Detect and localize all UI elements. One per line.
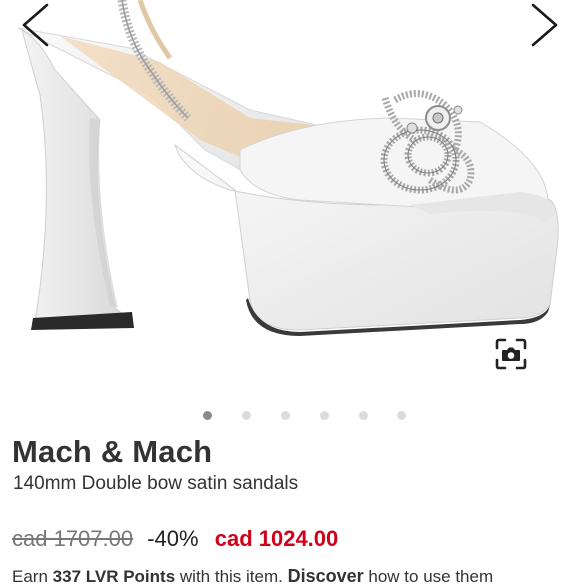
pagination-dot[interactable] bbox=[203, 411, 212, 420]
chevron-right-icon[interactable] bbox=[522, 2, 566, 48]
earn-prefix: Earn bbox=[12, 567, 48, 586]
pagination-dot[interactable] bbox=[397, 411, 406, 420]
pagination-dot[interactable] bbox=[320, 411, 329, 420]
points-value: 337 LVR Points bbox=[52, 567, 176, 586]
pagination-dot[interactable] bbox=[359, 411, 368, 420]
points-middle-text: with this item. bbox=[179, 567, 283, 586]
points-suffix: how to use them bbox=[368, 567, 494, 586]
discount-badge: -40% bbox=[147, 526, 199, 551]
product-name: 140mm Double bow satin sandals bbox=[13, 473, 299, 494]
original-price: cad 1707.00 bbox=[12, 526, 134, 551]
pagination-dot[interactable] bbox=[242, 411, 251, 420]
gallery-pagination bbox=[0, 411, 580, 425]
loyalty-points-banner: Earn 337 LVR Points with this item. Disc… bbox=[12, 566, 493, 587]
chevron-left-icon[interactable] bbox=[14, 2, 58, 48]
product-image-gallery[interactable] bbox=[0, 0, 580, 400]
discover-link[interactable]: Discover bbox=[288, 566, 364, 586]
pagination-dot[interactable] bbox=[281, 411, 290, 420]
sale-price: cad 1024.00 bbox=[214, 526, 339, 551]
brand-name[interactable]: Mach & Mach bbox=[12, 434, 212, 470]
price-row: cad 1707.00 -40% cad 1024.00 bbox=[12, 526, 338, 554]
camera-scan-icon[interactable] bbox=[492, 335, 530, 373]
